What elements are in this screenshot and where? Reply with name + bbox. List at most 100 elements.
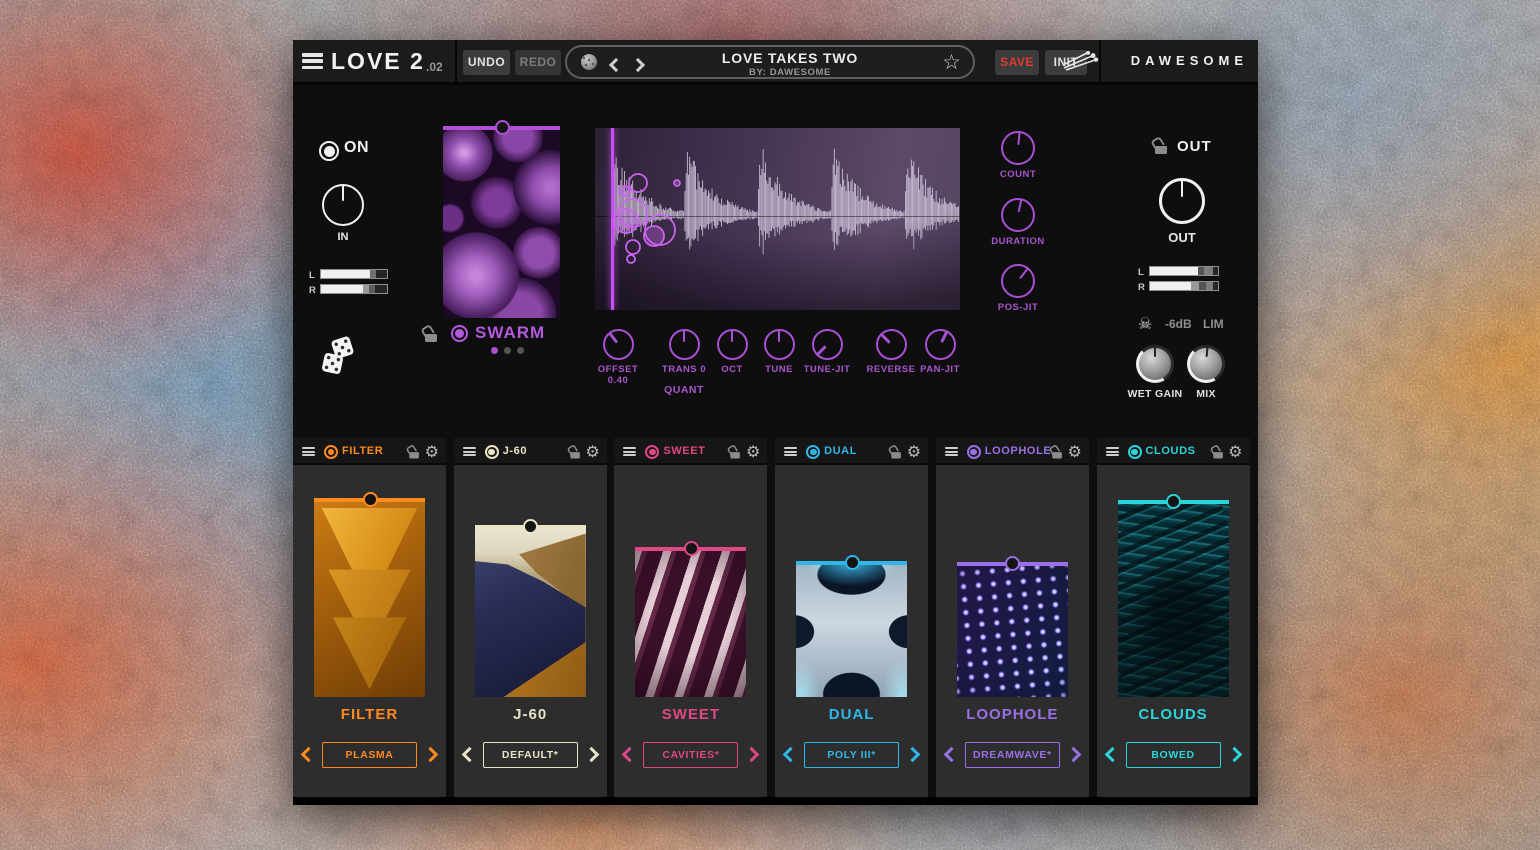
module-settings-gear-icon[interactable]: ⚙ xyxy=(1228,442,1242,462)
module-slider-handle[interactable] xyxy=(845,555,860,570)
module-lock-icon[interactable] xyxy=(409,447,419,459)
module-preset-select[interactable]: PLASMA xyxy=(322,742,417,768)
swarm-slider-handle[interactable] xyxy=(495,120,510,135)
input-on-toggle[interactable] xyxy=(319,141,339,161)
next-module-preset-icon[interactable] xyxy=(905,747,921,763)
prev-module-preset-icon[interactable] xyxy=(944,747,960,763)
next-module-preset-icon[interactable] xyxy=(423,747,439,763)
page-dot[interactable] xyxy=(504,347,511,354)
module-preset-select[interactable]: BOWED xyxy=(1126,742,1221,768)
module-header-label[interactable]: DUAL xyxy=(824,445,857,457)
limiter-lim-label[interactable]: LIM xyxy=(1203,317,1224,331)
save-button[interactable]: SAVE xyxy=(995,50,1039,75)
module-enable-icon[interactable] xyxy=(967,445,981,459)
next-module-preset-icon[interactable] xyxy=(744,747,760,763)
version-label: .02 xyxy=(426,60,443,74)
next-module-preset-icon[interactable] xyxy=(583,747,599,763)
module-header-label[interactable]: CLOUDS xyxy=(1146,445,1196,457)
module-thumbnail-slider[interactable] xyxy=(957,562,1068,697)
module-preset-select[interactable]: DEFAULT* xyxy=(483,742,578,768)
preset-author: BY: DAWESOME xyxy=(657,67,923,78)
next-module-preset-icon[interactable] xyxy=(1066,747,1082,763)
wet-gain-knob[interactable] xyxy=(1136,345,1174,383)
limiter-skull-icon[interactable]: ☠ xyxy=(1138,314,1152,334)
module-thumbnail-slider[interactable] xyxy=(314,498,425,697)
grain-knob[interactable]: OFFSET 0.40 xyxy=(586,329,650,386)
module-lock-icon[interactable] xyxy=(570,447,580,459)
module-settings-gear-icon[interactable]: ⚙ xyxy=(907,442,921,462)
swarm-lock-icon[interactable] xyxy=(425,327,438,342)
limiter-db-label[interactable]: -6dB xyxy=(1165,317,1192,331)
module-slider-handle[interactable] xyxy=(1166,494,1181,509)
waveform-display[interactable] xyxy=(595,128,960,310)
swarm-page-dots[interactable] xyxy=(491,347,524,354)
module-thumbnail-slider[interactable] xyxy=(796,561,907,697)
preset-title[interactable]: LOVE TAKES TWO xyxy=(657,50,923,66)
swarm-param-knob[interactable]: DURATION xyxy=(986,198,1050,247)
module-thumbnail-slider[interactable] xyxy=(475,525,586,697)
main-menu-icon[interactable] xyxy=(302,53,323,69)
module-header-label[interactable]: FILTER xyxy=(342,445,383,457)
redo-button[interactable]: REDO xyxy=(515,50,561,75)
swarm-label[interactable]: SWARM xyxy=(475,323,545,343)
out-gain-knob[interactable] xyxy=(1159,178,1205,224)
module-enable-icon[interactable] xyxy=(1128,445,1142,459)
swarm-radio-icon[interactable] xyxy=(451,325,468,342)
module-header-label[interactable]: LOOPHOLE xyxy=(985,445,1052,457)
module-settings-gear-icon[interactable]: ⚙ xyxy=(1067,442,1081,462)
module-preset-select[interactable]: POLY III* xyxy=(804,742,899,768)
module-header-label[interactable]: J-60 xyxy=(503,445,527,457)
module-settings-gear-icon[interactable]: ⚙ xyxy=(425,442,439,462)
prev-module-preset-icon[interactable] xyxy=(461,747,477,763)
module-enable-icon[interactable] xyxy=(806,445,820,459)
module-menu-icon[interactable] xyxy=(623,447,636,456)
randomize-dice-icon[interactable] xyxy=(321,338,367,380)
effect-module-card: LOOPHOLE ⚙ LOOPHOLE DREAMWAVE* xyxy=(936,438,1089,797)
page-dot[interactable] xyxy=(491,347,498,354)
module-thumbnail-slider[interactable] xyxy=(635,547,746,697)
module-slider-handle[interactable] xyxy=(684,541,699,556)
mix-knob[interactable] xyxy=(1187,345,1225,383)
prev-module-preset-icon[interactable] xyxy=(622,747,638,763)
swarm-param-knob[interactable]: POS-JIT xyxy=(986,264,1050,313)
title-bar: LOVE 2 .02 UNDO REDO LOVE TAKES TWO BY: … xyxy=(293,40,1258,85)
out-meter-l-label: L xyxy=(1138,267,1144,278)
module-lock-icon[interactable] xyxy=(1052,447,1062,459)
prev-module-preset-icon[interactable] xyxy=(1104,747,1120,763)
module-settings-gear-icon[interactable]: ⚙ xyxy=(585,442,599,462)
module-lock-icon[interactable] xyxy=(731,447,741,459)
prev-module-preset-icon[interactable] xyxy=(783,747,799,763)
module-menu-icon[interactable] xyxy=(463,447,476,456)
module-preset-select[interactable]: DREAMWAVE* xyxy=(965,742,1060,768)
module-menu-icon[interactable] xyxy=(784,447,797,456)
swarm-visual-panel[interactable] xyxy=(443,126,560,318)
prev-preset-icon[interactable] xyxy=(609,58,623,72)
module-settings-gear-icon[interactable]: ⚙ xyxy=(746,442,760,462)
module-header-label[interactable]: SWEET xyxy=(663,445,705,457)
module-enable-icon[interactable] xyxy=(324,445,338,459)
prev-module-preset-icon[interactable] xyxy=(301,747,317,763)
module-menu-icon[interactable] xyxy=(1106,447,1119,456)
undo-button[interactable]: UNDO xyxy=(463,50,510,75)
favorite-star-icon[interactable]: ☆ xyxy=(942,50,961,75)
in-gain-knob[interactable] xyxy=(322,184,364,226)
preset-browser[interactable]: LOVE TAKES TWO BY: DAWESOME ☆ xyxy=(565,45,975,79)
module-enable-icon[interactable] xyxy=(645,445,659,459)
module-preset-select[interactable]: CAVITIES* xyxy=(643,742,738,768)
quant-label[interactable]: QUANT xyxy=(652,384,716,396)
module-enable-icon[interactable] xyxy=(485,445,499,459)
module-lock-icon[interactable] xyxy=(1213,447,1223,459)
next-preset-icon[interactable] xyxy=(631,58,645,72)
grain-knob[interactable]: PAN-JIT xyxy=(908,329,972,375)
browse-presets-icon[interactable] xyxy=(581,54,597,70)
module-slider-handle[interactable] xyxy=(363,492,378,507)
next-module-preset-icon[interactable] xyxy=(1226,747,1242,763)
module-thumbnail-slider[interactable] xyxy=(1118,500,1229,697)
module-lock-icon[interactable] xyxy=(891,447,901,459)
module-menu-icon[interactable] xyxy=(302,447,315,456)
output-lock-icon[interactable] xyxy=(1155,139,1168,154)
page-dot[interactable] xyxy=(517,347,524,354)
grain-knob[interactable]: TUNE-JIT xyxy=(795,329,859,375)
module-menu-icon[interactable] xyxy=(945,447,958,456)
swarm-param-knob[interactable]: COUNT xyxy=(986,131,1050,180)
